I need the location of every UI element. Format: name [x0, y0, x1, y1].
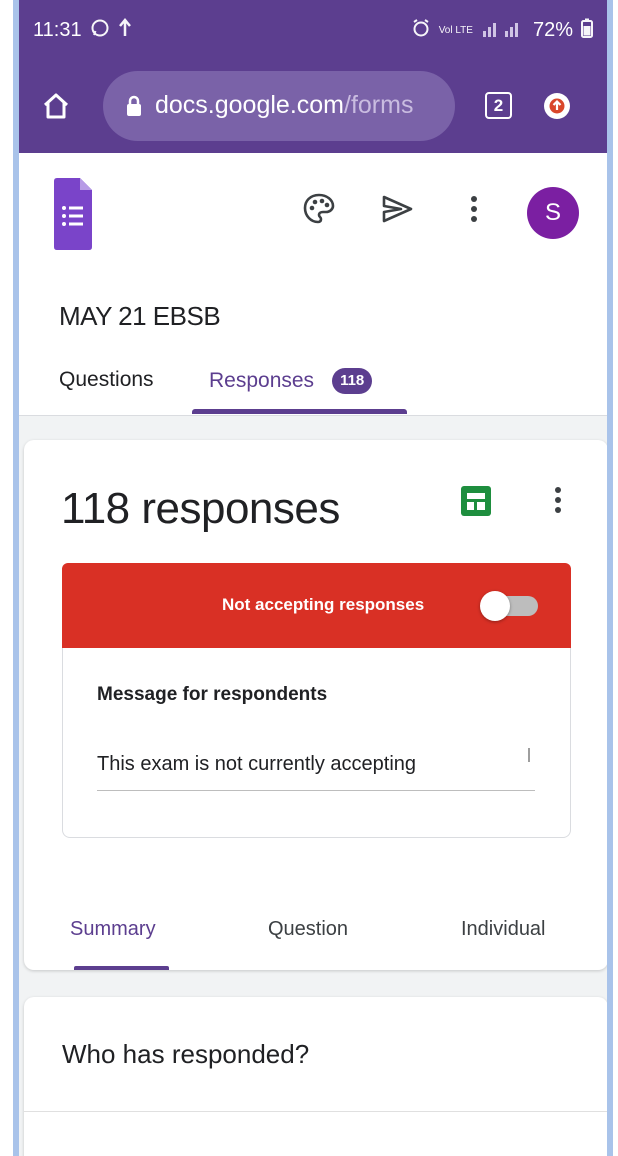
message-for-respondents-box: Message for respondents This exam is not…	[62, 648, 571, 838]
tab-responses-label: Responses	[209, 369, 315, 392]
responses-count-heading: 118 responses	[61, 484, 340, 533]
tab-switcher-button[interactable]: 2	[485, 92, 512, 119]
palette-icon[interactable]	[301, 191, 337, 227]
active-tab-indicator	[192, 409, 407, 414]
accepting-responses-label: Not accepting responses	[222, 595, 425, 614]
status-bar: 11:31 Vol LTE 72%	[19, 0, 607, 58]
update-icon[interactable]	[544, 92, 570, 119]
responses-card: 118 responses Not accepting responses Me…	[24, 440, 607, 970]
home-button[interactable]	[33, 83, 79, 129]
tab-responses[interactable]: Responses 118	[209, 368, 373, 394]
google-forms-logo	[54, 178, 92, 250]
form-title: MAY 21 EBSB	[59, 301, 221, 331]
lock-icon	[127, 95, 141, 116]
send-icon[interactable]	[379, 191, 415, 227]
more-vert-icon[interactable]	[551, 484, 565, 520]
home-icon	[43, 93, 69, 118]
url-path: /forms	[344, 91, 414, 119]
address-bar[interactable]: docs.google.com/forms	[103, 70, 455, 141]
toggle-thumb	[480, 591, 510, 621]
tab-individual[interactable]: Individual	[461, 918, 546, 941]
whatsapp-icon	[90, 18, 110, 43]
who-responded-title: Who has responded?	[62, 1039, 310, 1069]
message-label: Message for respondents	[97, 684, 328, 705]
tab-summary[interactable]: Summary	[70, 918, 156, 941]
divider	[24, 1111, 607, 1112]
battery-percent: 72%	[532, 19, 573, 41]
sheets-icon[interactable]	[461, 486, 491, 516]
tab-question[interactable]: Question	[268, 918, 348, 941]
volte-icon: Vol LTE	[438, 24, 473, 36]
accepting-responses-toggle[interactable]	[480, 591, 538, 621]
url-host: docs.google.com	[155, 91, 345, 119]
alarm-icon	[411, 18, 431, 43]
battery-icon	[581, 18, 593, 43]
phone-screen: 11:31 Vol LTE 72% docs.google.com /forms…	[13, 0, 613, 1156]
who-responded-card: Who has responded?	[24, 997, 607, 1156]
signal-icon	[481, 19, 525, 42]
status-time: 11:31	[33, 19, 82, 41]
message-input-underline	[97, 790, 535, 791]
avatar[interactable]: S	[527, 187, 579, 239]
message-input[interactable]: This exam is not currently accepting	[97, 753, 416, 776]
browser-toolbar: docs.google.com/forms 2	[19, 58, 607, 153]
tab-questions[interactable]: Questions	[59, 368, 154, 392]
forms-header: S MAY 21 EBSB Questions Responses 118	[19, 153, 607, 416]
notification-icon	[118, 18, 132, 43]
message-scrollbar	[528, 748, 530, 762]
responses-count-badge: 118	[332, 368, 373, 394]
active-subtab-indicator	[74, 966, 169, 970]
accepting-responses-banner: Not accepting responses	[62, 563, 571, 648]
more-vert-icon[interactable]	[467, 191, 481, 227]
